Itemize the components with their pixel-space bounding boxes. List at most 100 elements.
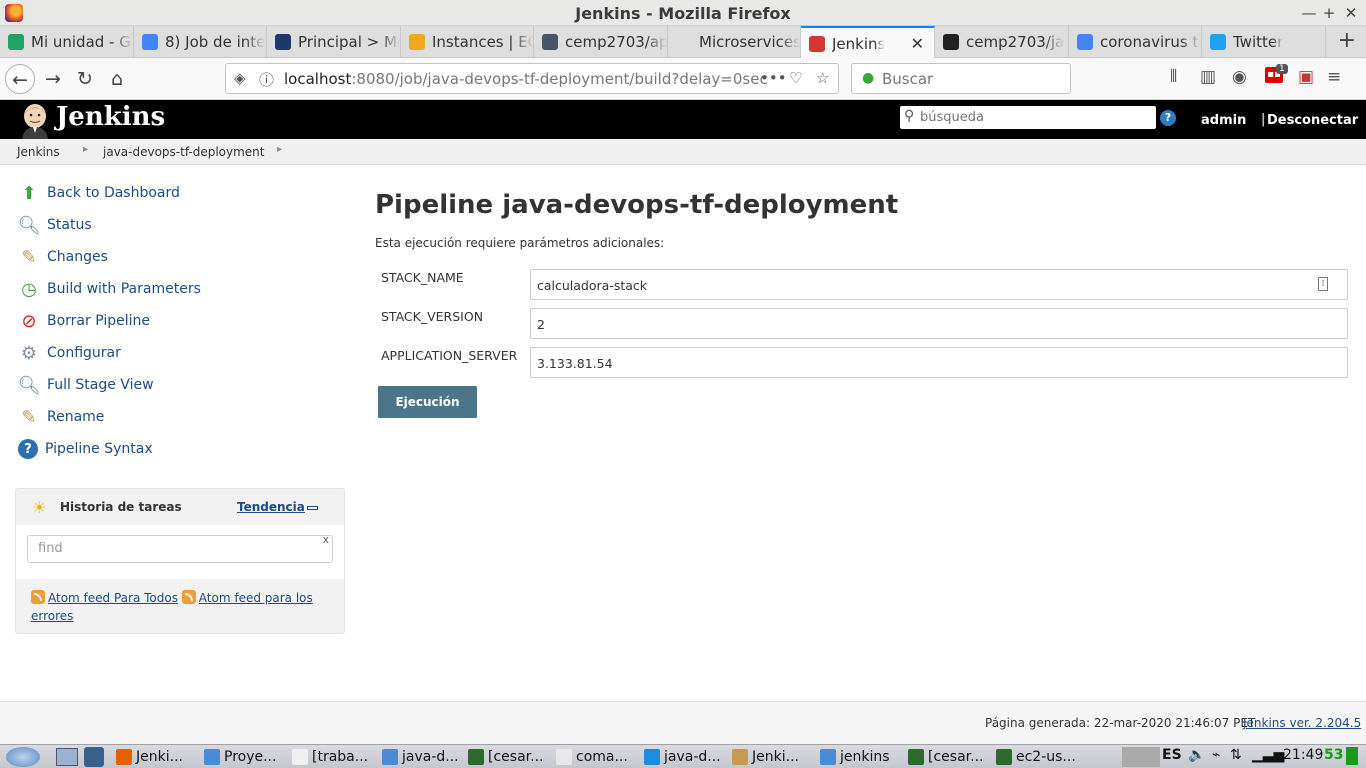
task-borrar-pipeline[interactable]: ⊘ Borrar Pipeline (18, 309, 150, 333)
jenkins-search-box[interactable]: ⚲ (900, 106, 1156, 129)
rss-icon[interactable] (31, 590, 45, 604)
build-history-filter-input[interactable]: find (27, 535, 333, 563)
param-input-stack-name[interactable]: calculadora-stack ⁞ (530, 269, 1348, 300)
back-button[interactable]: ← (5, 64, 35, 94)
collapse-icon[interactable] (307, 506, 318, 510)
app-icon (732, 749, 748, 765)
breadcrumb-job[interactable]: java-devops-tf-deployment (103, 145, 265, 159)
minimize-button[interactable]: — (1298, 3, 1320, 23)
jenkins-version-link[interactable]: Jenkins ver. 2.204.5 (1243, 716, 1361, 730)
tab-9[interactable]: coronavirus ti (1069, 26, 1202, 58)
url-text[interactable]: localhost:8080/job/java-devops-tf-deploy… (284, 70, 768, 88)
param-input-stack-version[interactable]: 2 (530, 308, 1348, 339)
breadcrumb-arrow-icon[interactable]: ▸ (277, 144, 282, 155)
tab-8[interactable]: cemp2703/ja (935, 26, 1069, 58)
new-tab-button[interactable]: + (1338, 28, 1356, 53)
reload-button[interactable]: ↻ (70, 64, 100, 94)
taskbar-window-label: Jenki... (136, 749, 183, 765)
show-desktop-icon[interactable] (56, 748, 78, 766)
notepad-icon: ✎ (21, 406, 37, 428)
task-full-stage-view[interactable]: 🔍︎ Full Stage View (18, 373, 154, 397)
user-link[interactable]: admin (1201, 113, 1246, 128)
tab-6[interactable]: Microservices: Si (668, 26, 801, 58)
jenkins-logo-icon[interactable] (18, 103, 52, 139)
filter-clear-button[interactable]: x (322, 533, 329, 546)
taskbar-window-6[interactable]: coma... (556, 746, 642, 768)
rss-icon[interactable] (181, 590, 196, 604)
tab-10[interactable]: Twitter (1202, 26, 1326, 58)
tab-label: 8) Job de inte (165, 33, 266, 51)
taskbar-window-11[interactable]: ec2-us... (996, 746, 1082, 768)
task-changes[interactable]: ✎ Changes (18, 245, 107, 269)
jenkins-brand[interactable]: Jenkins (56, 102, 165, 132)
usb-icon[interactable]: ⌁ (1212, 747, 1220, 763)
close-window-button[interactable]: ✕ (1340, 3, 1362, 23)
taskbar-window-1[interactable]: Jenki... (116, 746, 202, 768)
task-build-with-parameters[interactable]: ◷ Build with Parameters (18, 277, 201, 301)
sidebar-icon[interactable]: ▥ (1200, 67, 1216, 87)
search-bar[interactable]: ● Buscar (851, 63, 1071, 94)
task-configurar[interactable]: ⚙ Configurar (18, 341, 121, 365)
tab-2[interactable]: 8) Job de inte (134, 26, 267, 58)
tab-4[interactable]: Instances | EC (401, 26, 534, 58)
page-actions-icon[interactable]: ••• (760, 69, 787, 87)
task-label: Pipeline Syntax (45, 441, 153, 457)
maximize-button[interactable]: + (1318, 3, 1340, 23)
logout-link[interactable]: Desconectar (1267, 113, 1358, 128)
taskbar-window-7[interactable]: java-d... (644, 746, 730, 768)
help-icon[interactable]: ? (1160, 110, 1176, 126)
close-tab-icon[interactable]: ✕ (911, 34, 924, 53)
menu-icon[interactable]: ≡ (1327, 67, 1341, 87)
magnifier-icon: 🔍︎ (17, 374, 41, 396)
taskbar-window-9[interactable]: jenkins (820, 746, 906, 768)
trend-link[interactable]: Tendencia (237, 500, 305, 514)
workspace-icon[interactable] (84, 747, 104, 767)
feed-failures-link-cont[interactable]: errores (31, 609, 73, 623)
taskbar-window-10[interactable]: [cesar... (908, 746, 994, 768)
keyboard-layout[interactable]: ES (1162, 747, 1182, 763)
start-menu-icon[interactable] (6, 747, 40, 767)
clock[interactable]: 21:49 (1283, 747, 1323, 763)
tab-1[interactable]: Mi unidad - Go (0, 26, 134, 58)
tab-5[interactable]: cemp2703/ap (534, 26, 668, 58)
bookmark-star-icon[interactable]: ☆ (816, 69, 829, 87)
param-value: 2 (537, 317, 545, 332)
tab-7[interactable]: Jenkins ✕ (801, 26, 935, 59)
build-submit-button[interactable]: Ejecución (378, 386, 477, 418)
signal-icon[interactable]: ▁▃▅ (1252, 747, 1284, 763)
volume-icon[interactable]: 🔈 (1188, 747, 1205, 763)
forward-button[interactable]: → (38, 64, 68, 94)
account-icon[interactable]: ◉ (1232, 67, 1247, 87)
taskbar-window-5[interactable]: [cesar... (468, 746, 554, 768)
url-bar[interactable]: ◈ ⓘ localhost:8080/job/java-devops-tf-de… (225, 63, 839, 94)
task-pipeline-syntax[interactable]: ? Pipeline Syntax (18, 437, 153, 461)
breadcrumb-arrow-icon[interactable]: ▸ (83, 144, 88, 155)
gear-icon: ⚙ (20, 342, 38, 364)
app-icon (116, 749, 132, 765)
extension-icon[interactable]: ▣ (1298, 67, 1314, 87)
library-icon[interactable]: ⫴ (1170, 67, 1177, 87)
taskbar-window-3[interactable]: [traba... (292, 746, 378, 768)
taskbar-window-8[interactable]: Jenki... (732, 746, 818, 768)
tab-3[interactable]: Principal > Mc (267, 26, 401, 58)
jenkins-search-input[interactable] (920, 106, 1150, 129)
breadcrumb-jenkins[interactable]: Jenkins (17, 145, 60, 159)
shield-icon[interactable]: ◈ (234, 69, 246, 87)
taskbar-window-4[interactable]: java-d... (382, 746, 468, 768)
task-rename[interactable]: ✎ Rename (18, 405, 104, 429)
param-input-application-server[interactable]: 3.133.81.54 (530, 347, 1348, 378)
pocket-icon[interactable]: ♡ (789, 69, 802, 87)
task-back-to-dashboard[interactable]: ⬆ Back to Dashboard (18, 181, 179, 205)
network-icon[interactable]: ⇅ (1230, 747, 1242, 763)
home-button[interactable]: ⌂ (102, 64, 132, 94)
task-label: Rename (47, 409, 105, 425)
aws-box-icon (409, 34, 425, 50)
taskbar-window-2[interactable]: Proye... (204, 746, 290, 768)
workspace-preview[interactable] (1122, 747, 1160, 767)
autofill-icon[interactable]: ⁞ (1318, 277, 1328, 291)
feed-failures-link[interactable]: Atom feed para los (199, 591, 313, 605)
info-icon[interactable]: ⓘ (259, 69, 274, 90)
feed-all-link[interactable]: Atom feed Para Todos (48, 591, 178, 605)
search-engine-icon: ● (862, 70, 875, 86)
task-status[interactable]: 🔍︎ Status (18, 213, 92, 237)
